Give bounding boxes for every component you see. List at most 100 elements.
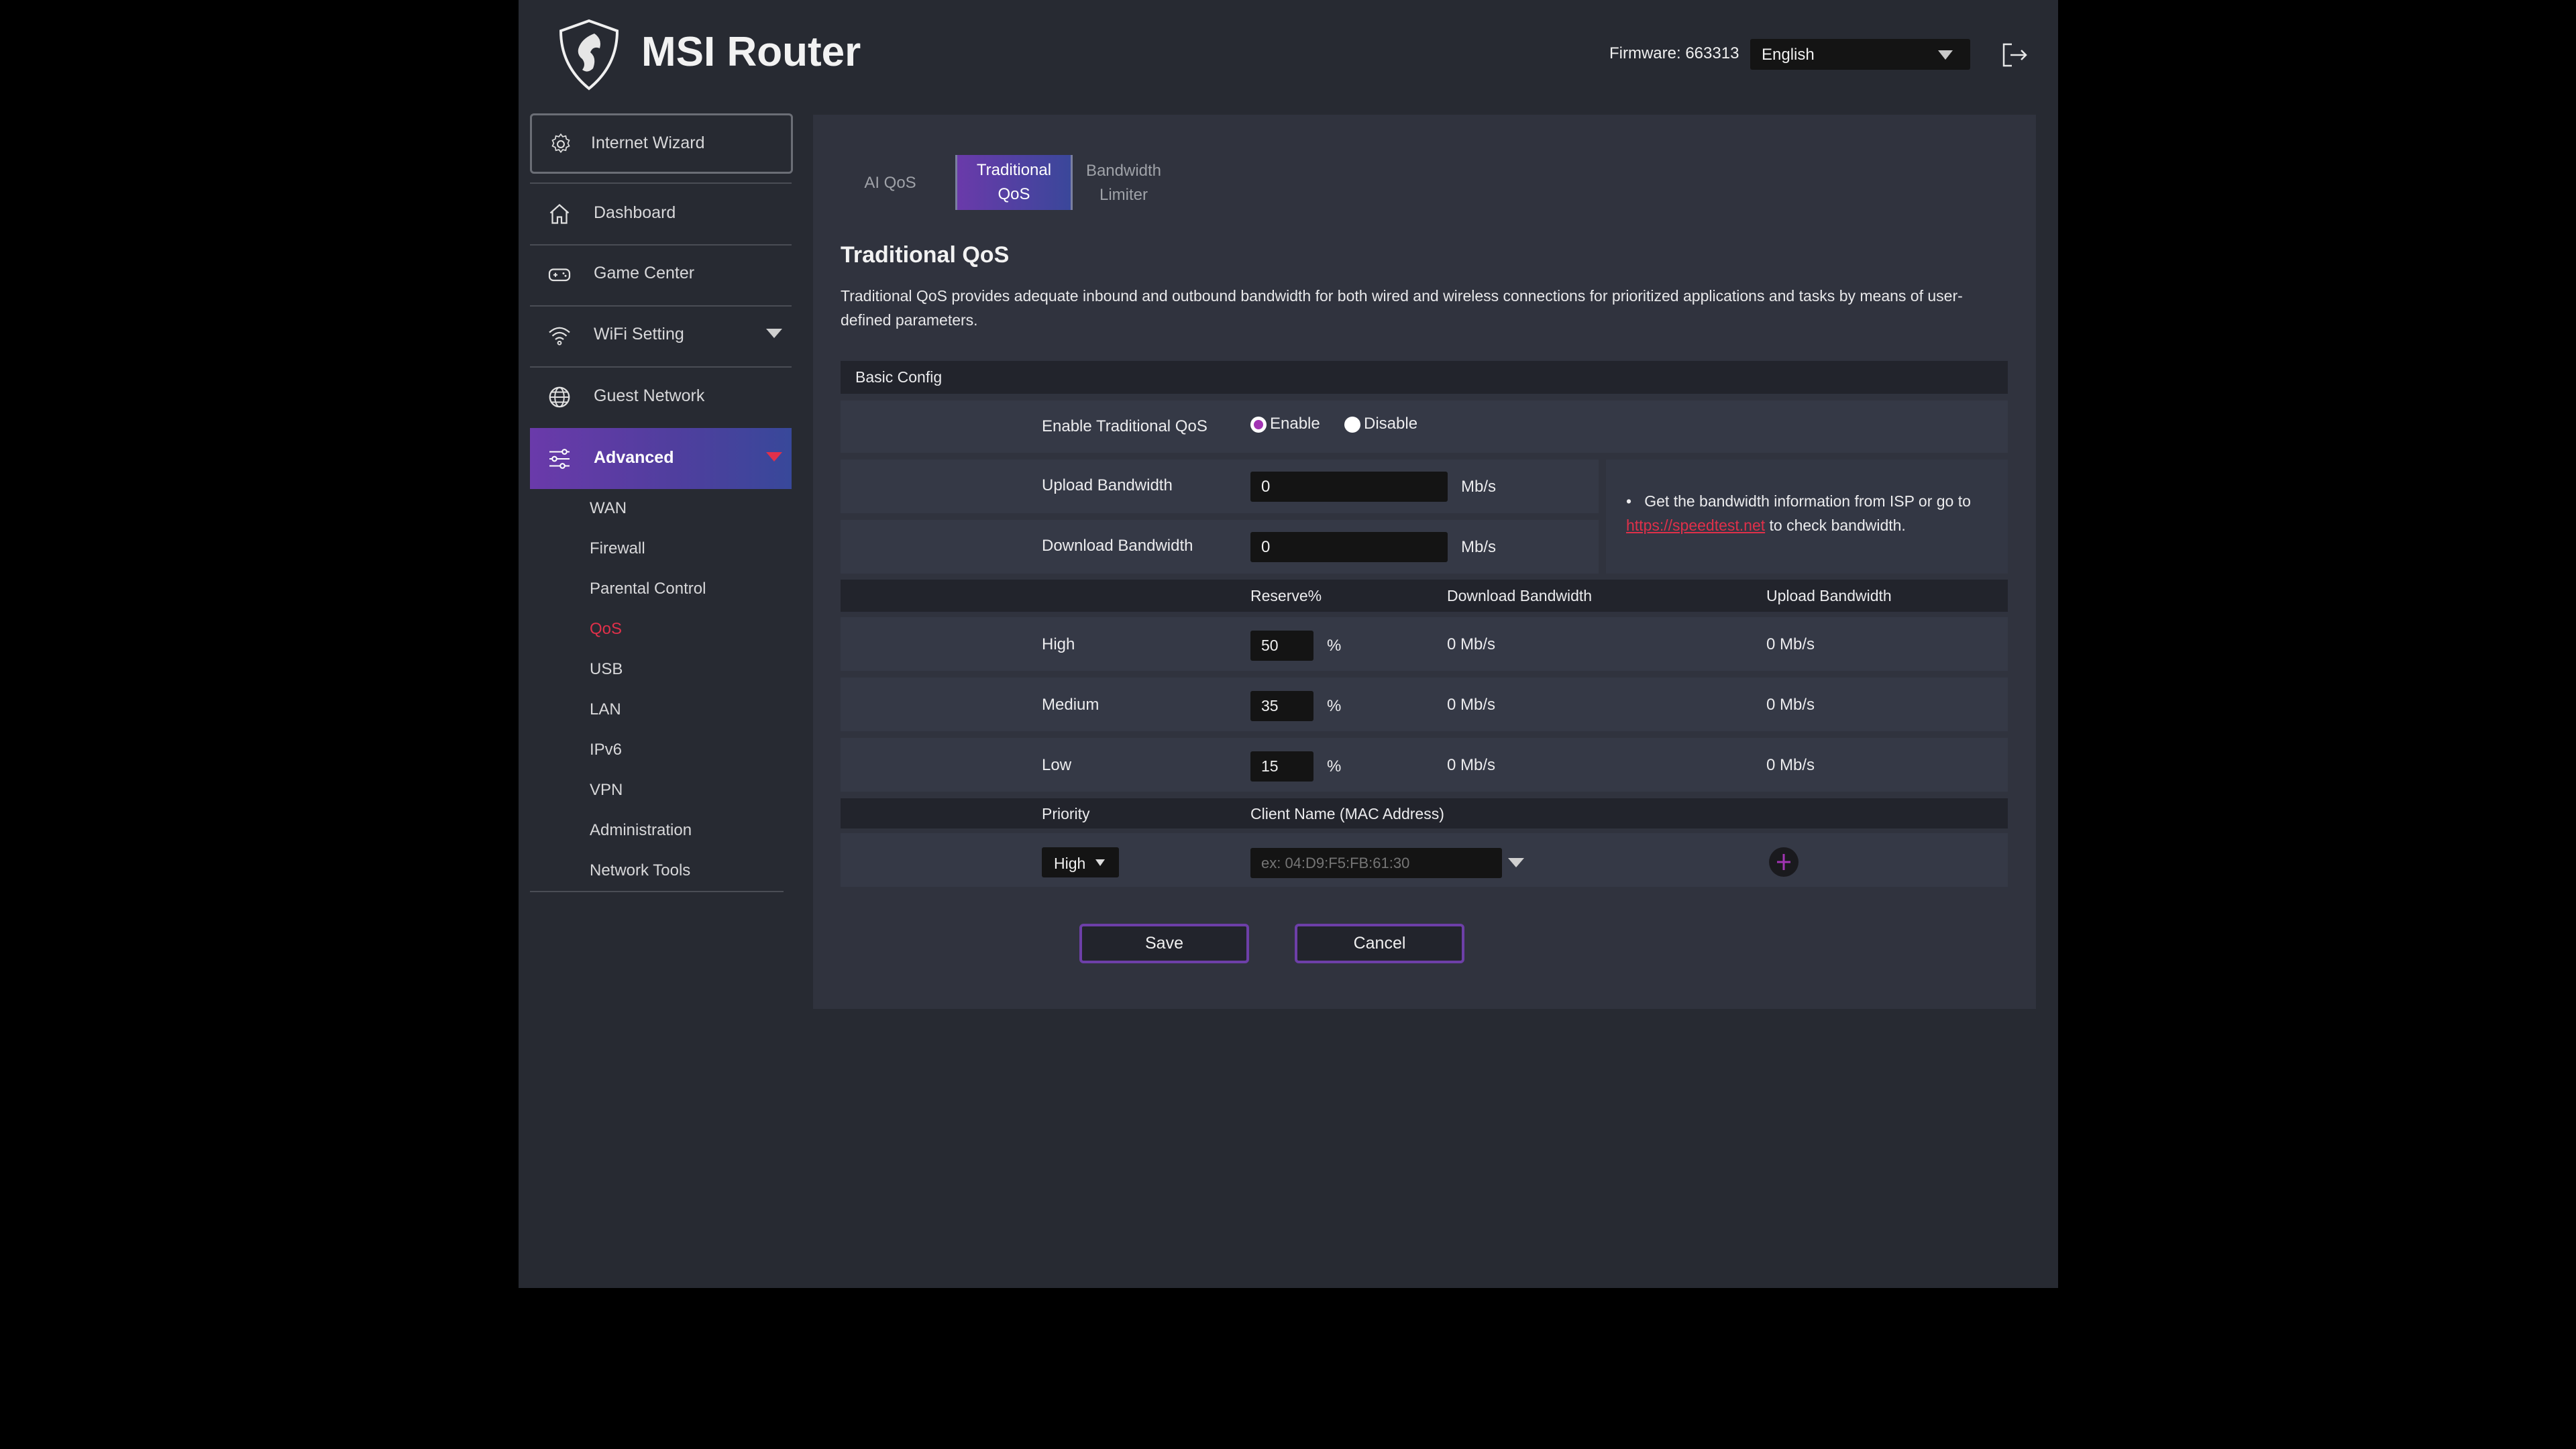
tab-bandwidth-limiter[interactable]: Bandwidth Limiter <box>1080 159 1167 207</box>
percent-label: % <box>1327 757 1342 775</box>
table-row: Medium 35 % 0 Mb/s 0 Mb/s <box>841 678 2008 731</box>
add-client-button[interactable] <box>1769 847 1799 877</box>
speedtest-link[interactable]: https://speedtest.net <box>1626 517 1765 534</box>
router-app: MSI Router Firmware: 663313 English Inte… <box>519 0 2058 1288</box>
tab-ai-qos[interactable]: AI QoS <box>853 171 927 195</box>
column-header: Priority <box>1042 805 1090 822</box>
home-icon <box>549 203 570 224</box>
download-bandwidth-label: Download Bandwidth <box>1042 537 1193 555</box>
sidebar-item-wifi-setting[interactable]: WiFi Setting <box>530 306 792 365</box>
sidebar-item-game-center[interactable]: Game Center <box>530 245 792 304</box>
section-title: Basic Config <box>855 368 943 386</box>
column-header: Client Name (MAC Address) <box>1250 805 1444 822</box>
chevron-down-icon <box>1095 859 1105 866</box>
firmware-version: Firmware: 663313 <box>1609 44 1739 62</box>
plus-icon <box>1777 854 1790 870</box>
upload-value: 0 Mb/s <box>1766 696 1815 714</box>
download-value: 0 Mb/s <box>1447 635 1496 653</box>
sidebar-item-label: WiFi Setting <box>594 325 684 343</box>
column-header: Reserve% <box>1250 587 1322 604</box>
upload-value: 0 Mb/s <box>1766 756 1815 774</box>
download-value: 0 Mb/s <box>1447 756 1496 774</box>
sidebar-subitem-usb[interactable]: USB <box>590 660 623 679</box>
tab-traditional-qos[interactable]: Traditional QoS <box>955 155 1073 210</box>
bullet-icon: • <box>1626 492 1645 510</box>
cancel-button[interactable]: Cancel <box>1295 924 1464 963</box>
priority-select-value: High <box>1054 855 1086 872</box>
upload-bandwidth-input[interactable]: 0 <box>1250 472 1448 502</box>
mac-address-input[interactable] <box>1250 848 1502 878</box>
sidebar-item-advanced[interactable]: Advanced <box>530 428 792 489</box>
percent-label: % <box>1327 637 1342 655</box>
column-header: Download Bandwidth <box>1447 587 1593 604</box>
sidebar-subitem-wan[interactable]: WAN <box>590 499 627 518</box>
table-row: Low 15 % 0 Mb/s 0 Mb/s <box>841 738 2008 792</box>
sliders-icon <box>549 449 570 469</box>
disable-radio[interactable] <box>1344 417 1360 433</box>
sidebar-item-guest-network[interactable]: Guest Network <box>530 368 792 427</box>
sidebar-subitem-network-tools[interactable]: Network Tools <box>590 861 690 880</box>
client-entry-row: High <box>841 833 2008 887</box>
sidebar-subitem-administration[interactable]: Administration <box>590 821 692 840</box>
tab-label: Traditional QoS <box>976 161 1052 203</box>
client-table-header: Priority Client Name (MAC Address) <box>841 798 2008 828</box>
language-select[interactable]: English <box>1750 39 1970 70</box>
upload-bandwidth-row: Upload Bandwidth 0 Mb/s <box>841 460 1599 513</box>
enable-qos-label: Enable Traditional QoS <box>1042 417 1208 435</box>
sidebar-subitem-parental-control[interactable]: Parental Control <box>590 580 706 598</box>
gamepad-icon <box>548 268 571 282</box>
enable-radio[interactable] <box>1250 417 1267 433</box>
internet-wizard-button[interactable]: Internet Wizard <box>530 113 793 174</box>
info-text: to check bandwidth. <box>1765 517 1906 534</box>
column-header: Upload Bandwidth <box>1766 587 1892 604</box>
sidebar-subitem-firewall[interactable]: Firewall <box>590 539 645 558</box>
reserve-input[interactable]: 50 <box>1250 631 1313 661</box>
internet-wizard-label: Internet Wizard <box>591 133 705 152</box>
info-text: Get the bandwidth information from ISP o… <box>1644 492 1971 510</box>
chevron-down-icon <box>766 452 782 462</box>
divider <box>530 891 784 892</box>
bandwidth-info-text: • Get the bandwidth information from ISP… <box>1626 489 2002 537</box>
sidebar-item-label: Game Center <box>594 264 695 282</box>
content-panel: AI QoS Traditional QoS Bandwidth Limiter… <box>813 115 2036 1009</box>
msi-dragon-logo-icon <box>559 19 619 91</box>
reserve-table-header: Reserve% Download Bandwidth Upload Bandw… <box>841 580 2008 612</box>
unit-label: Mb/s <box>1461 478 1497 496</box>
upload-bandwidth-label: Upload Bandwidth <box>1042 476 1173 494</box>
priority-select[interactable]: High <box>1042 847 1119 877</box>
globe-icon <box>549 386 570 408</box>
wifi-icon <box>549 327 570 345</box>
basic-config-header: Basic Config <box>841 361 2008 394</box>
page-description: Traditional QoS provides adequate inboun… <box>841 287 1963 329</box>
bandwidth-info-box: • Get the bandwidth information from ISP… <box>1606 460 2008 574</box>
percent-label: % <box>1327 697 1342 715</box>
sidebar-subitem-vpn[interactable]: VPN <box>590 781 623 800</box>
save-button[interactable]: Save <box>1079 924 1249 963</box>
sidebar-item-label: Advanced <box>594 448 674 467</box>
chevron-down-icon <box>766 329 782 338</box>
priority-level: Low <box>1042 756 1072 774</box>
page-title: Traditional QoS <box>841 242 1010 268</box>
sidebar-subitem-lan[interactable]: LAN <box>590 700 621 719</box>
chevron-down-icon <box>1938 50 1953 60</box>
mac-dropdown-chevron-icon[interactable] <box>1508 858 1524 867</box>
sidebar-item-label: Dashboard <box>594 203 676 222</box>
upload-value: 0 Mb/s <box>1766 635 1815 653</box>
enable-option-label: Enable <box>1270 415 1320 433</box>
enable-qos-row: Enable Traditional QoS Enable Disable <box>841 400 2008 453</box>
reserve-input[interactable]: 35 <box>1250 691 1313 721</box>
download-bandwidth-input[interactable]: 0 <box>1250 532 1448 562</box>
sidebar-subitem-qos[interactable]: QoS <box>590 620 622 639</box>
sidebar-item-dashboard[interactable]: Dashboard <box>530 184 792 244</box>
logout-icon[interactable] <box>2001 43 2028 67</box>
priority-level: Medium <box>1042 696 1099 714</box>
divider <box>530 182 792 184</box>
sidebar-subitem-ipv6[interactable]: IPv6 <box>590 741 622 759</box>
language-value: English <box>1762 46 1815 64</box>
reserve-input[interactable]: 15 <box>1250 751 1313 782</box>
disable-option-label: Disable <box>1364 415 1418 433</box>
table-row: High 50 % 0 Mb/s 0 Mb/s <box>841 617 2008 671</box>
download-value: 0 Mb/s <box>1447 696 1496 714</box>
gear-icon <box>551 133 570 154</box>
unit-label: Mb/s <box>1461 538 1497 556</box>
